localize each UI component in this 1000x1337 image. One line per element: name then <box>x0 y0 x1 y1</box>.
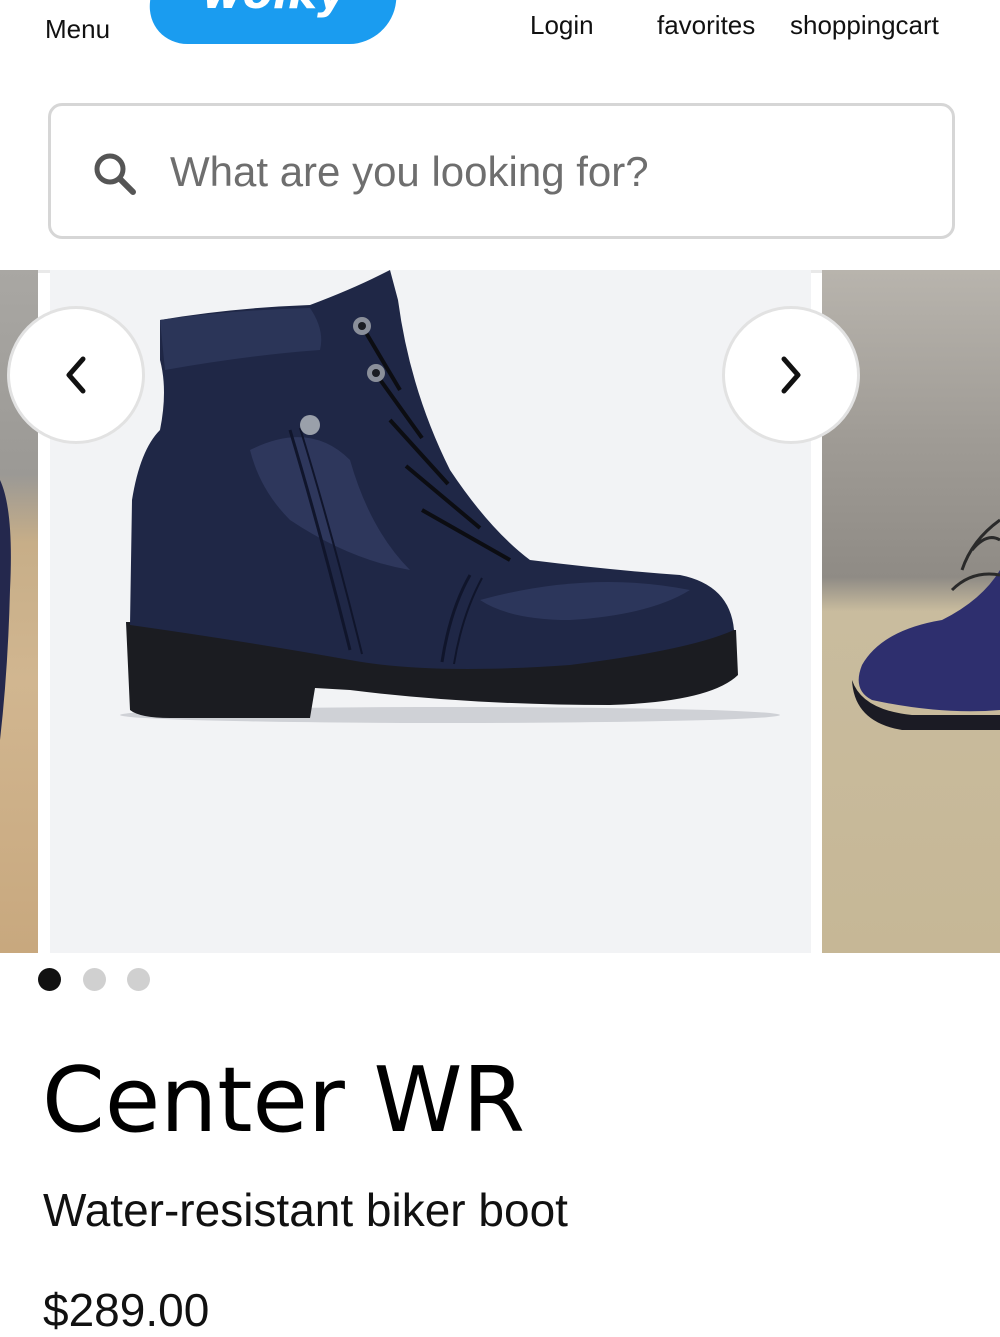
carousel-dot-3[interactable] <box>127 968 150 991</box>
product-title: Center WR <box>42 1048 526 1153</box>
search-icon <box>91 150 139 198</box>
chevron-left-icon <box>66 356 86 394</box>
boot-image <box>120 270 780 723</box>
search-bar[interactable] <box>48 103 955 239</box>
search-input[interactable] <box>168 134 928 210</box>
carousel-prev-button[interactable] <box>7 306 145 444</box>
site-header: Menu wolky Login favorites shoppingcart <box>0 0 1000 70</box>
login-link[interactable]: Login <box>530 10 594 41</box>
chevron-right-icon <box>781 356 801 394</box>
product-image-carousel[interactable] <box>0 270 1000 953</box>
product-image-main[interactable] <box>50 270 811 953</box>
carousel-next-button[interactable] <box>722 306 860 444</box>
menu-button[interactable]: Menu <box>45 14 110 45</box>
shopping-cart-link[interactable]: shoppingcart <box>790 10 939 41</box>
product-price: $289.00 <box>43 1284 210 1336</box>
carousel-dot-2[interactable] <box>83 968 106 991</box>
brand-logo-text: wolky <box>151 0 397 19</box>
favorites-link[interactable]: favorites <box>657 10 755 41</box>
carousel-dot-1[interactable] <box>38 968 61 991</box>
product-subtitle: Water-resistant biker boot <box>43 1184 568 1236</box>
brand-logo[interactable]: wolky <box>145 0 401 44</box>
